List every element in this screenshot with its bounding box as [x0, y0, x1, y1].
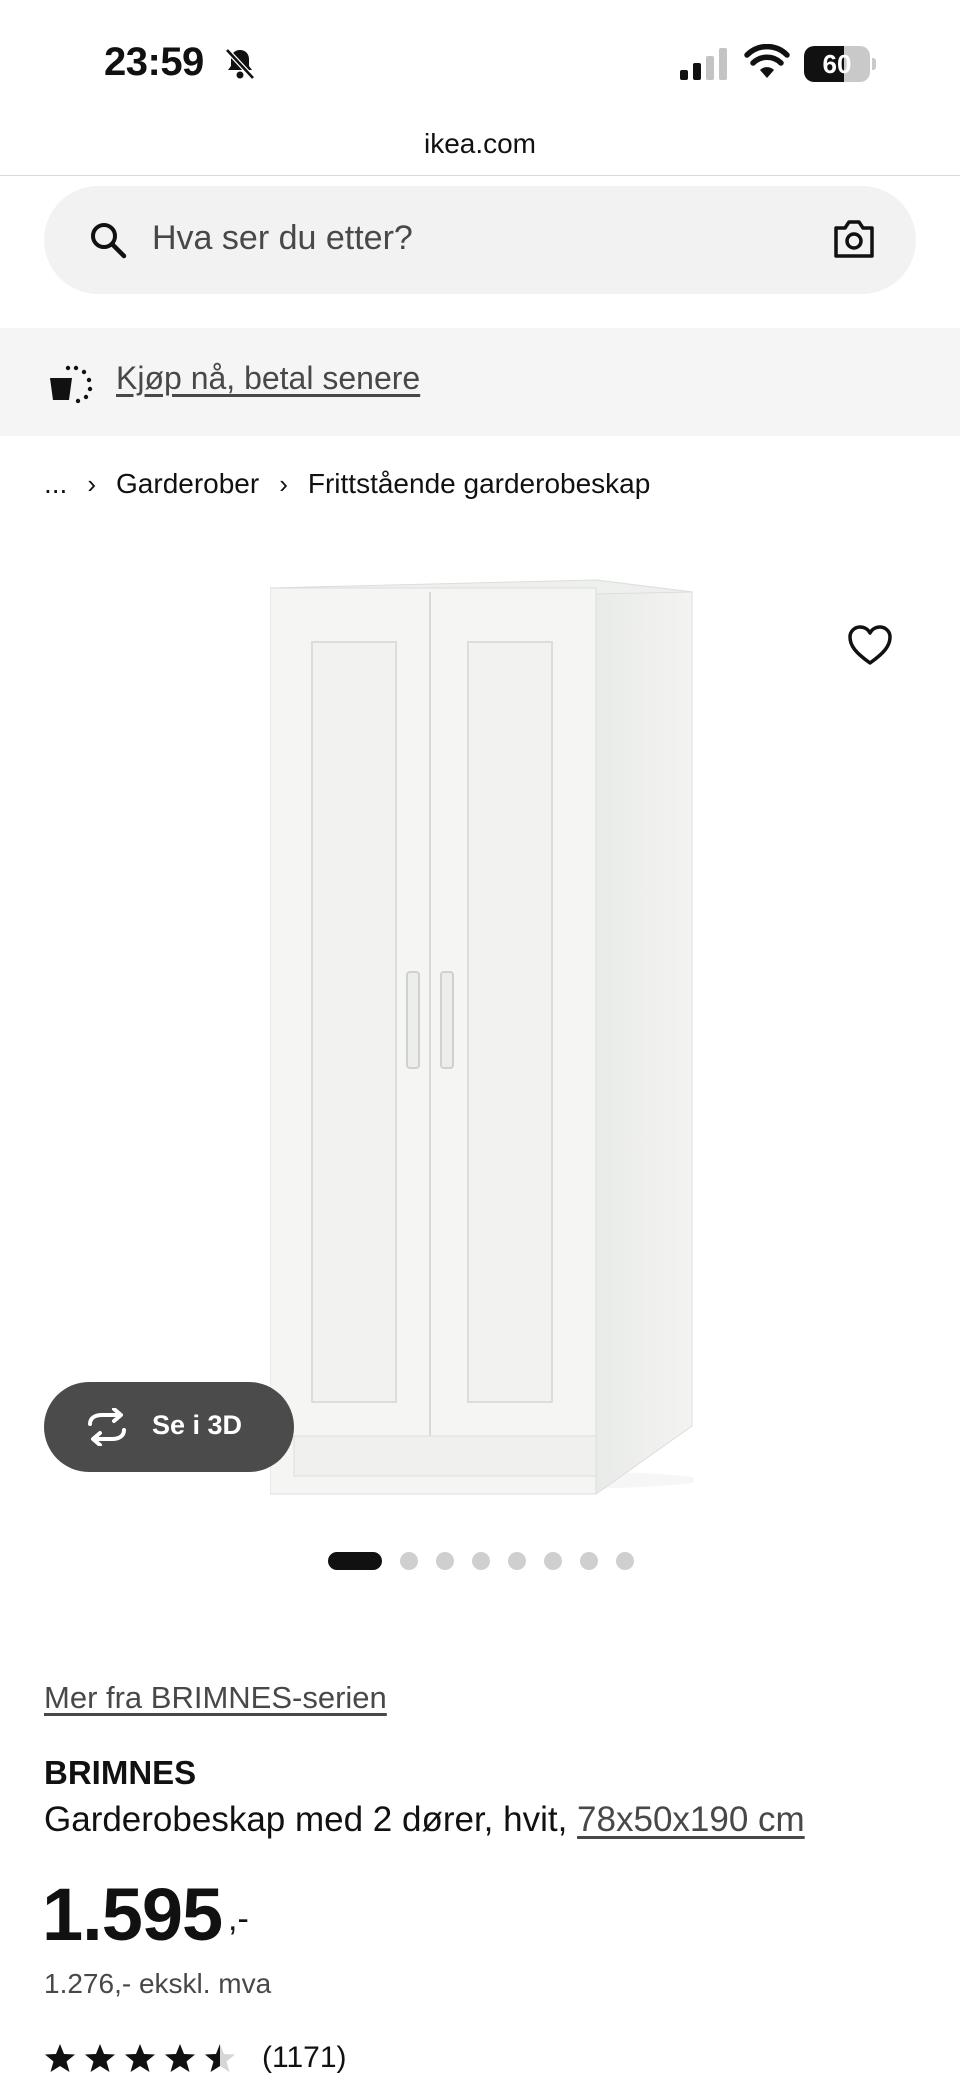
- gallery-dot[interactable]: [472, 1552, 490, 1570]
- breadcrumb: ... › Garderober › Frittstående garderob…: [44, 464, 650, 504]
- star-filled-icon: [85, 2044, 115, 2072]
- browser-url-bar[interactable]: ikea.com: [0, 120, 960, 176]
- wifi-icon: [744, 44, 790, 78]
- star-filled-icon: [45, 2044, 75, 2072]
- gallery-dot[interactable]: [544, 1552, 562, 1570]
- gallery-dot[interactable]: [328, 1552, 382, 1570]
- view-in-3d-button[interactable]: Se i 3D: [44, 1382, 294, 1472]
- product-name: BRIMNES: [44, 1754, 197, 1791]
- search-placeholder: Hva ser du etter?: [152, 219, 413, 257]
- product-price: 1.595: [42, 1873, 223, 1956]
- breadcrumb-item-garderober[interactable]: Garderober: [116, 468, 259, 500]
- breadcrumb-item-frittstaende[interactable]: Frittstående garderobeskap: [308, 468, 650, 500]
- search-icon: [91, 223, 127, 259]
- gallery-dot[interactable]: [400, 1552, 418, 1570]
- search-input[interactable]: Hva ser du etter?: [44, 186, 916, 294]
- gallery-pagination[interactable]: [0, 1550, 960, 1570]
- status-time: 23:59: [104, 40, 204, 84]
- series-link[interactable]: Mer fra BRIMNES-serien: [44, 1680, 387, 1716]
- gallery-dot[interactable]: [508, 1552, 526, 1570]
- rating-count: (1171): [262, 2041, 347, 2074]
- chevron-right-icon: ›: [279, 468, 288, 499]
- chevron-right-icon: ›: [87, 468, 97, 499]
- url-text: ikea.com: [423, 128, 537, 159]
- cellular-signal-icon: [680, 48, 727, 80]
- rotate-3d-icon: [88, 1408, 126, 1446]
- gallery-dot[interactable]: [580, 1552, 598, 1570]
- price-suffix: ,-: [228, 1900, 249, 1938]
- status-bar: 23:59 60: [0, 0, 960, 120]
- product-image[interactable]: [270, 576, 694, 1500]
- star-filled-icon: [165, 2044, 195, 2072]
- breadcrumb-ellipsis[interactable]: ...: [44, 468, 67, 500]
- product-rating[interactable]: (1171): [44, 2038, 347, 2078]
- star-filled-icon: [125, 2044, 155, 2072]
- camera-icon[interactable]: [832, 218, 876, 260]
- gallery-dot[interactable]: [436, 1552, 454, 1570]
- gallery-dot[interactable]: [616, 1552, 634, 1570]
- heart-icon[interactable]: [846, 622, 894, 670]
- rating-stars: [44, 2042, 244, 2074]
- star-half-icon: [205, 2044, 235, 2072]
- battery-icon: 60: [804, 46, 876, 82]
- product-description-text: Garderobeskap med 2 dører, hvit,: [44, 1800, 578, 1839]
- pay-later-banner[interactable]: Kjøp nå, betal senere: [0, 328, 960, 436]
- product-description: Garderobeskap med 2 dører, hvit, 78x50x1…: [44, 1800, 805, 1840]
- product-dimensions-link[interactable]: 78x50x190 cm: [577, 1800, 805, 1839]
- shopping-bag-icon: [50, 365, 93, 404]
- view-in-3d-label: Se i 3D: [152, 1410, 243, 1440]
- battery-level: 60: [822, 49, 852, 79]
- price-excl-vat: 1.276,- ekskl. mva: [44, 1968, 272, 1999]
- bell-slash-icon: [225, 48, 255, 80]
- pay-later-link[interactable]: Kjøp nå, betal senere: [116, 360, 420, 397]
